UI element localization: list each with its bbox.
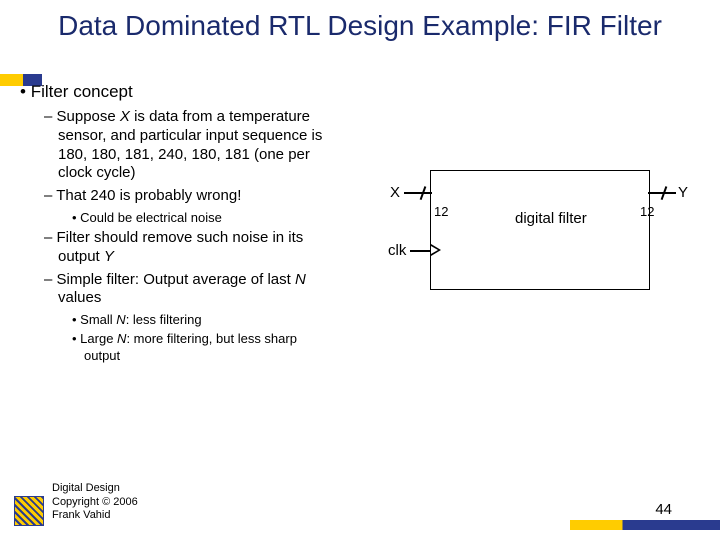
bus-width-left: 12 <box>434 204 448 219</box>
page-number: 44 <box>655 501 672 518</box>
bullet-l3: Could be electrical noise <box>72 210 312 226</box>
slide-title: Data Dominated RTL Design Example: FIR F… <box>0 0 720 46</box>
bullet-l1: Filter concept <box>20 82 700 102</box>
text: Suppose <box>57 108 120 125</box>
bullet-l3: Large N: more filtering, but less sharp … <box>72 331 312 364</box>
var-y: Y <box>104 248 114 265</box>
text: Simple filter: Output average of last <box>57 271 295 288</box>
text: Small <box>80 312 116 327</box>
bullet-l2: Suppose X is data from a temperature sen… <box>44 108 324 183</box>
clock-triangle-icon <box>431 244 441 256</box>
bullet-l2: That 240 is probably wrong! <box>44 187 324 206</box>
text: Large <box>80 331 117 346</box>
bus-width-right: 12 <box>640 204 654 219</box>
bullet-l3: Small N: less filtering <box>72 312 312 328</box>
clk-label: clk <box>388 242 406 259</box>
footer-line: Frank Vahid <box>52 509 138 522</box>
text: values <box>58 289 101 306</box>
bullet-l2: Simple filter: Output average of last N … <box>44 271 324 309</box>
footer-credit: Digital Design Copyright © 2006 Frank Va… <box>52 482 138 522</box>
input-x-label: X <box>390 184 400 201</box>
x-wire <box>404 192 432 194</box>
var-n: N <box>295 271 306 288</box>
text: : less filtering <box>126 312 202 327</box>
clk-wire <box>410 250 432 252</box>
output-y-label: Y <box>678 184 688 201</box>
text: Filter should remove such noise in its o… <box>57 229 304 265</box>
filter-name: digital filter <box>515 210 587 227</box>
footer-line: Digital Design <box>52 482 138 495</box>
filter-diagram: X Y clk digital filter 12 12 <box>370 150 700 320</box>
var-x: X <box>120 108 130 125</box>
var-n: N <box>116 312 125 327</box>
corner-logo-icon <box>14 496 44 526</box>
accent-stripe-bottom <box>570 520 720 530</box>
footer-line: Copyright © 2006 <box>52 496 138 509</box>
filter-box <box>430 170 650 290</box>
bullet-l2: Filter should remove such noise in its o… <box>44 229 324 267</box>
